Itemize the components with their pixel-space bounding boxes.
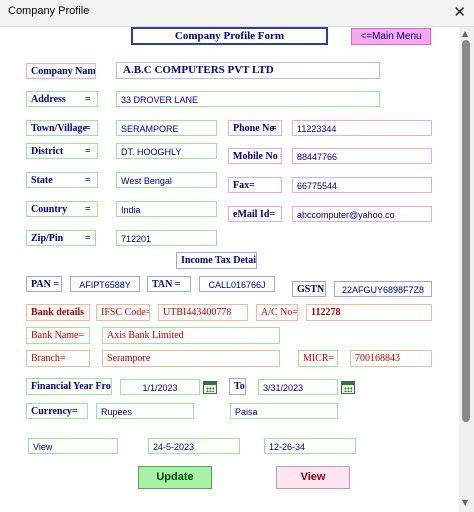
scroll-up-icon[interactable]: ▲ xyxy=(462,29,468,38)
state-field[interactable]: West Bengal xyxy=(116,172,217,188)
gstn-field[interactable]: 22AFGUY6898F7Z8 xyxy=(334,281,432,297)
calendar-icon[interactable] xyxy=(341,381,355,394)
district-label: District = xyxy=(26,143,98,159)
currency-field[interactable]: Rupees xyxy=(96,403,194,419)
email-label: eMail Id= xyxy=(228,206,282,222)
country-eq: = xyxy=(85,204,91,215)
town-label-text: Town/Village xyxy=(31,123,87,134)
micr-label: MICR= xyxy=(298,350,338,367)
scroll-down-icon[interactable]: ▼ xyxy=(462,498,468,507)
branch-field[interactable]: Serampore xyxy=(102,350,280,367)
mobile-label: Mobile No = xyxy=(228,148,282,164)
fax-label-text: Fax xyxy=(233,180,250,191)
state-label-text: State xyxy=(31,175,53,186)
town-eq: = xyxy=(85,123,91,134)
address-label-text: Address xyxy=(31,94,66,105)
update-button[interactable]: Update xyxy=(138,466,212,489)
state-label: State = xyxy=(26,172,98,188)
fax-field[interactable]: 66775544 xyxy=(292,177,432,193)
bank-name-field[interactable]: Axis Bank Limited xyxy=(102,327,280,344)
country-label-text: Country xyxy=(31,204,68,215)
form-title: Company Profile Form xyxy=(131,27,328,45)
address-label: Address = xyxy=(26,91,98,107)
close-icon[interactable]: ✕ xyxy=(453,3,466,21)
country-label: Country = xyxy=(26,201,98,217)
zip-field[interactable]: 712201 xyxy=(116,230,217,246)
fax-label: Fax = xyxy=(228,177,282,193)
income-tax-section-label: Income Tax Details xyxy=(176,252,257,269)
company-name-field[interactable]: A.B.C COMPUTERS PVT LTD xyxy=(116,62,380,79)
phone-label-text: Phone No xyxy=(233,123,275,134)
financial-year-from-label: Financial Year From = xyxy=(26,378,112,395)
calendar-icon[interactable] xyxy=(203,381,217,394)
sub-currency-field[interactable]: Paisa xyxy=(230,403,338,419)
ac-no-field[interactable]: 112278 xyxy=(306,304,432,321)
country-field[interactable]: India xyxy=(116,201,217,217)
bank-name-label: Bank Name= xyxy=(26,327,90,344)
view-button[interactable]: View xyxy=(276,466,350,489)
view-status-field[interactable]: View xyxy=(28,438,118,454)
zip-label-text: Zip/Pin xyxy=(31,233,64,244)
zip-label: Zip/Pin = xyxy=(26,230,96,246)
district-eq: = xyxy=(85,146,91,157)
ifsc-label: IFSC Code= xyxy=(96,304,150,321)
scrollbar-thumb[interactable] xyxy=(462,40,470,422)
financial-year-from-field[interactable]: 1/1/2023 xyxy=(120,379,200,395)
town-field[interactable]: SERAMPORE xyxy=(116,120,217,136)
ifsc-field[interactable]: UTBI443400778 xyxy=(158,304,248,321)
window-title: Company Profile xyxy=(8,5,90,17)
town-label: Town/Village = xyxy=(26,120,98,136)
current-time-field[interactable]: 12-26-34 xyxy=(264,438,356,454)
phone-eq: = xyxy=(271,123,277,134)
micr-field[interactable]: 700168843 xyxy=(350,350,432,367)
main-menu-button[interactable]: <=Main Menu xyxy=(351,28,431,45)
address-field[interactable]: 33 DROVER LANE xyxy=(116,91,380,107)
bank-details-label: Bank details xyxy=(26,304,90,321)
district-field[interactable]: DT. HOOGHLY xyxy=(116,143,217,159)
title-bar: Company Profile ✕ xyxy=(0,0,474,27)
district-label-text: District xyxy=(31,146,64,157)
tan-field[interactable]: CALL016766J xyxy=(199,276,275,292)
zip-eq: = xyxy=(85,233,91,244)
gstn-label: GSTN = xyxy=(292,281,326,297)
company-name-label: Company Name= xyxy=(26,63,96,79)
pan-field[interactable]: AFIPT6588Y xyxy=(70,276,140,292)
branch-label: Branch= xyxy=(26,350,90,367)
address-eq: = xyxy=(85,94,91,105)
fax-eq: = xyxy=(249,180,255,191)
ac-no-label: A/C No= xyxy=(256,304,298,321)
phone-field[interactable]: 11223344 xyxy=(292,120,432,136)
current-date-field[interactable]: 24-5-2023 xyxy=(148,438,240,454)
phone-label: Phone No = xyxy=(228,120,282,136)
state-eq: = xyxy=(85,175,91,186)
tan-label: TAN = xyxy=(147,276,191,292)
email-field[interactable]: abccomputer@yahoo.co xyxy=(292,206,432,222)
pan-label: PAN = xyxy=(26,276,62,292)
currency-label: Currency= xyxy=(26,403,88,419)
to-label: To xyxy=(229,378,246,395)
financial-year-to-field[interactable]: 3/31/2023 xyxy=(258,379,338,395)
mobile-field[interactable]: 88447766 xyxy=(292,148,432,164)
